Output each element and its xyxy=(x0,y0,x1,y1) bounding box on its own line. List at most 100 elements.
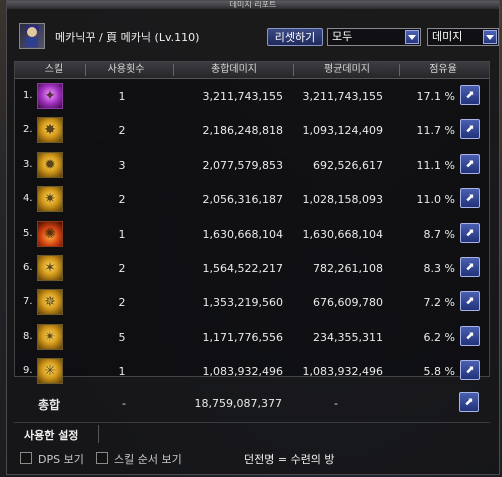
export-icon: ⬈ xyxy=(465,328,475,342)
row-average-damage: 3,211,743,155 xyxy=(302,90,383,103)
gold-skill-icon: ✳ xyxy=(37,358,63,385)
table-header: 스킬 사용횟수 총합데미지 평균데미지 점유율 xyxy=(15,62,489,79)
row-uses: 1 xyxy=(118,90,126,103)
row-share: 11.7 % xyxy=(416,124,455,138)
export-total-button[interactable]: ⬈ xyxy=(459,392,479,412)
row-total-damage: 2,077,579,853 xyxy=(202,158,283,172)
row-export-button[interactable]: ⬈ xyxy=(460,119,480,140)
table-row: 3. ✹ 3 2,077,579,853 692,526,617 11.1 % ⬈ xyxy=(15,148,489,182)
dps-view-checkbox[interactable] xyxy=(20,452,32,464)
column-header-total: 총합데미지 xyxy=(211,64,257,75)
row-uses: 2 xyxy=(118,296,126,310)
dungeon-name: 던전명 = 수련의 방 xyxy=(244,453,335,466)
row-total-damage: 2,056,316,187 xyxy=(202,193,283,207)
row-rank: 3. xyxy=(23,158,33,170)
gold-skill-icon: ✹ xyxy=(37,151,63,178)
table-row: 6. ✶ 2 1,564,522,217 782,261,108 8.3 % ⬈ xyxy=(15,251,489,285)
row-rank: 4. xyxy=(23,193,33,205)
row-average-damage: 1,083,932,496 xyxy=(302,365,383,379)
gold-skill-icon: ✸ xyxy=(37,117,63,144)
column-header-skill: 스킬 xyxy=(44,64,64,75)
filter-select[interactable]: 모두 xyxy=(327,28,421,46)
column-header-uses: 사용횟수 xyxy=(107,64,145,75)
footer-bar: DPS 보기 스킬 순서 보기 던전명 = 수련의 방 xyxy=(14,450,490,468)
table-row: 1. ✦ 1 3,211,743,155 3,211,743,155 17.1 % ⬈ xyxy=(15,79,489,113)
row-export-button[interactable]: ⬈ xyxy=(460,85,480,105)
metric-select-value: 데미지 xyxy=(432,30,463,43)
table-row: 8. ✴ 5 1,171,776,556 234,355,311 6.2 % ⬈ xyxy=(15,320,489,354)
chevron-down-icon[interactable] xyxy=(405,30,419,44)
total-row: 총합 - 18,759,087,377 - ⬈ xyxy=(14,386,490,420)
total-uses: - xyxy=(122,397,126,410)
chevron-down-icon[interactable] xyxy=(483,30,497,44)
metric-select[interactable]: 데미지 xyxy=(427,28,499,46)
row-total-damage: 1,630,668,104 xyxy=(202,227,283,241)
row-export-button[interactable]: ⬈ xyxy=(460,291,480,312)
window-title: 데미지 리포트 xyxy=(7,1,499,9)
fire-skill-icon: ✺ xyxy=(37,220,63,247)
row-rank: 6. xyxy=(23,262,33,273)
report-header: 메카닉꾸 / 頁 메카닉 (Lv.110) 리셋하기 모두 데미지 xyxy=(15,21,499,55)
row-share: 8.7 % xyxy=(423,227,455,241)
table-row: 2. ✸ 2 2,186,248,818 1,093,124,409 11.7 % ⬈ xyxy=(15,113,489,147)
total-label: 총합 xyxy=(38,398,61,412)
row-total-damage: 1,083,932,496 xyxy=(202,365,283,379)
skill-order-label: 스킬 순서 보기 xyxy=(114,453,182,466)
filter-select-value: 모두 xyxy=(332,30,353,43)
used-settings-panel: 사용한 설정 xyxy=(14,422,490,445)
row-export-button[interactable]: ⬈ xyxy=(460,153,480,174)
purple-skill-icon: ✦ xyxy=(37,83,63,109)
export-icon: ⬈ xyxy=(465,260,475,273)
row-total-damage: 1,171,776,556 xyxy=(202,330,283,344)
export-icon: ⬈ xyxy=(464,395,474,408)
table-row: 7. ✵ 2 1,353,219,560 676,609,780 7.2 % ⬈ xyxy=(15,285,489,319)
row-rank: 2. xyxy=(23,124,33,136)
gold-skill-icon: ✵ xyxy=(37,289,63,316)
total-average: - xyxy=(334,397,338,410)
character-portrait-icon xyxy=(19,23,45,49)
row-rank: 7. xyxy=(23,296,33,308)
row-rank: 5. xyxy=(23,227,33,239)
total-damage: 18,759,087,377 xyxy=(194,397,282,410)
used-settings-label: 사용한 설정 xyxy=(24,429,79,442)
column-header-share: 점유율 xyxy=(429,64,457,75)
table-row: 9. ✳ 1 1,083,932,496 1,083,932,496 5.8 % ⬈ xyxy=(15,354,489,388)
row-average-damage: 1,093,124,409 xyxy=(302,124,383,138)
row-share: 8.3 % xyxy=(423,262,455,275)
row-average-damage: 676,609,780 xyxy=(313,296,383,310)
row-uses: 5 xyxy=(118,330,126,344)
row-export-button[interactable]: ⬈ xyxy=(460,325,480,346)
row-share: 7.2 % xyxy=(423,296,455,310)
row-rank: 8. xyxy=(23,330,33,342)
table-row: 4. ✷ 2 2,056,316,187 1,028,158,093 11.0 % ⬈ xyxy=(15,182,489,216)
row-average-damage: 1,028,158,093 xyxy=(302,193,383,207)
skill-order-checkbox[interactable] xyxy=(96,452,108,464)
row-export-button[interactable]: ⬈ xyxy=(460,222,480,243)
row-average-damage: 234,355,311 xyxy=(313,330,383,344)
export-icon: ⬈ xyxy=(465,191,475,205)
row-share: 6.2 % xyxy=(423,330,455,344)
row-uses: 2 xyxy=(118,193,126,207)
row-uses: 1 xyxy=(118,227,126,241)
row-share: 11.0 % xyxy=(416,193,455,207)
row-share: 17.1 % xyxy=(416,90,455,103)
row-uses: 3 xyxy=(118,158,126,172)
table-row: 5. ✺ 1 1,630,668,104 1,630,668,104 8.7 % ⬈ xyxy=(15,217,489,251)
row-uses: 2 xyxy=(118,262,126,275)
row-uses: 2 xyxy=(118,124,126,138)
row-export-button[interactable]: ⬈ xyxy=(460,188,480,209)
row-export-button[interactable]: ⬈ xyxy=(460,360,480,381)
character-name: 메카닉꾸 / 頁 메카닉 (Lv.110) xyxy=(55,31,200,44)
export-icon: ⬈ xyxy=(465,88,475,101)
row-total-damage: 2,186,248,818 xyxy=(202,124,283,138)
row-total-damage: 3,211,743,155 xyxy=(202,90,283,103)
row-share: 11.1 % xyxy=(416,158,455,172)
export-icon: ⬈ xyxy=(465,363,475,377)
gold-skill-icon: ✷ xyxy=(37,186,63,213)
row-export-button[interactable]: ⬈ xyxy=(460,257,480,277)
gold-skill-icon: ✶ xyxy=(37,255,63,281)
export-icon: ⬈ xyxy=(465,225,475,239)
reset-button[interactable]: 리셋하기 xyxy=(267,28,323,46)
column-header-average: 평균데미지 xyxy=(324,64,370,75)
gold-skill-icon: ✴ xyxy=(37,323,63,350)
